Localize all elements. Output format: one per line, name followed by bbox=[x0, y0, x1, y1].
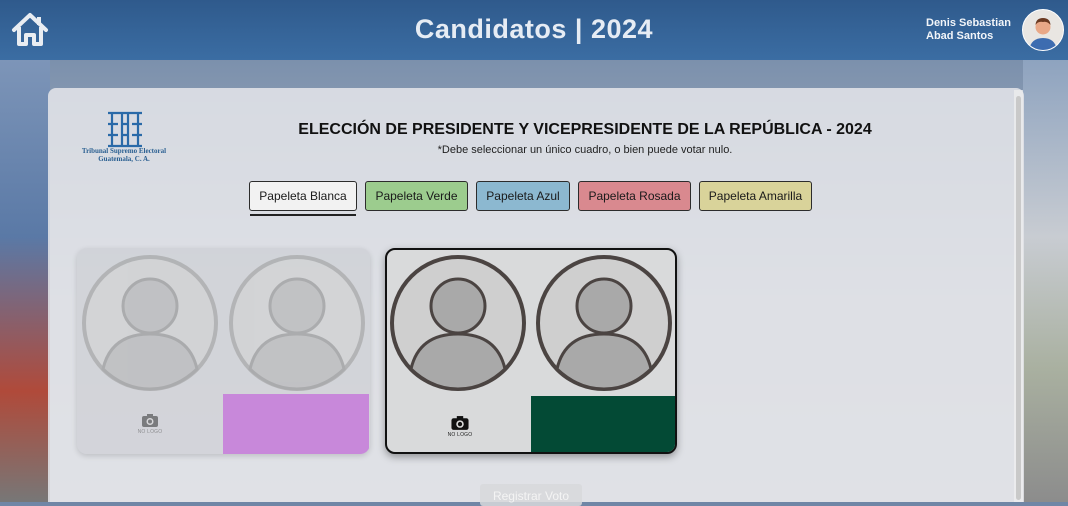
page-title: Candidatos | 2024 bbox=[414, 14, 654, 44]
tab-papeleta-azul[interactable]: Papeleta Azul bbox=[476, 181, 570, 211]
institution-line2: Guatemala, C. A. bbox=[98, 155, 150, 163]
user-avatar[interactable] bbox=[1022, 9, 1064, 51]
president-photo-placeholder bbox=[82, 255, 218, 391]
no-logo-label: NO LOGO bbox=[137, 429, 163, 435]
election-instruction: *Debe seleccionar un único cuadro, o bie… bbox=[437, 144, 733, 156]
party-logo-placeholder: NO LOGO bbox=[77, 394, 223, 454]
register-vote-button[interactable]: Registrar Voto bbox=[480, 484, 582, 506]
background-flag-area bbox=[0, 60, 50, 502]
party-logo-placeholder: NO LOGO bbox=[387, 396, 533, 452]
camera-icon bbox=[142, 414, 158, 427]
tab-papeleta-blanca[interactable]: Papeleta Blanca bbox=[249, 181, 357, 211]
election-title: ELECCIÓN DE PRESIDENTE Y VICEPRESIDENTE … bbox=[298, 121, 872, 138]
party-color-block bbox=[531, 396, 675, 452]
candidate-option-selected[interactable]: NO LOGO bbox=[385, 248, 677, 454]
vicepresident-photo-placeholder bbox=[229, 255, 365, 391]
party-color-block bbox=[223, 394, 369, 454]
background-building-area bbox=[1023, 60, 1068, 502]
top-bar: Candidatos | 2024 Denis Sebastian Abad S… bbox=[0, 0, 1068, 60]
institution-line1: Tribunal Supremo Electoral bbox=[81, 147, 167, 155]
tab-papeleta-amarilla[interactable]: Papeleta Amarilla bbox=[699, 181, 812, 211]
tab-papeleta-rosada[interactable]: Papeleta Rosada bbox=[578, 181, 691, 211]
tab-papeleta-verde[interactable]: Papeleta Verde bbox=[365, 181, 468, 211]
vicepresident-photo-placeholder bbox=[536, 255, 672, 391]
camera-icon bbox=[451, 415, 469, 430]
no-logo-label: NO LOGO bbox=[447, 431, 473, 438]
active-tab-indicator bbox=[250, 214, 356, 216]
institution-name: Tribunal Supremo Electoral Guatemala, C.… bbox=[66, 147, 182, 163]
scrollbar-thumb[interactable] bbox=[1016, 96, 1021, 500]
user-name: Denis Sebastian Abad Santos bbox=[926, 17, 1011, 42]
candidate-option[interactable]: NO LOGO bbox=[77, 248, 370, 454]
president-photo-placeholder bbox=[390, 255, 526, 391]
